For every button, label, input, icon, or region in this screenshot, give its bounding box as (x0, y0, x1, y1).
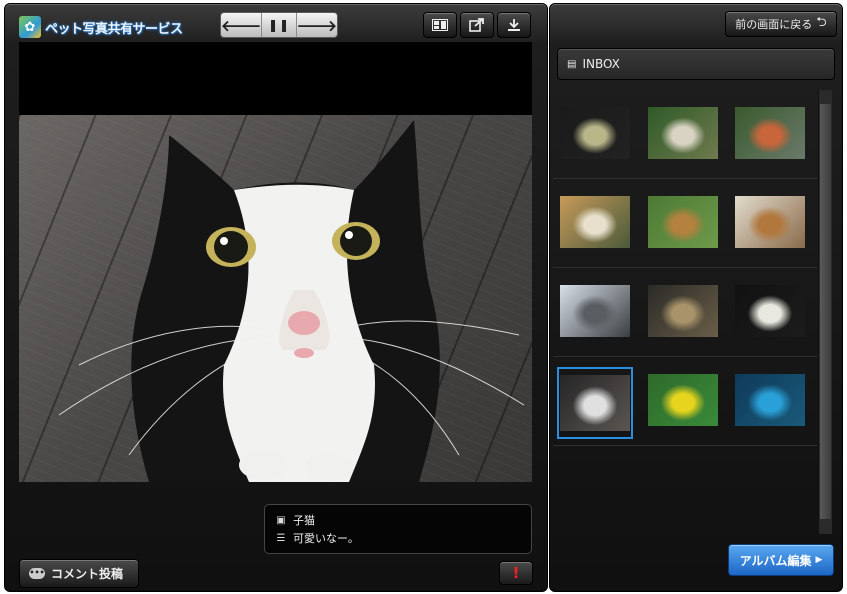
download-icon (508, 19, 520, 31)
arrow-right-icon: 🡒 (296, 16, 337, 35)
post-comment-button[interactable]: ••• コメント投稿 (19, 559, 139, 588)
main-photo[interactable] (19, 115, 532, 482)
thumbnail-dog-grass[interactable] (646, 193, 720, 251)
thumbnail-image (735, 285, 805, 337)
viewer-panel: ✿ ペット写真共有サービス 🡐 ❚❚ 🡒 ▣ 子猫 ☰ 可愛いなー。 ••• コ… (4, 3, 548, 592)
photo-viewer (19, 42, 532, 482)
app-logo[interactable]: ✿ ペット写真共有サービス (19, 14, 183, 40)
thumbnail-image (735, 374, 805, 426)
report-button[interactable]: ! (499, 561, 533, 585)
photo-caption-box: ▣ 子猫 ☰ 可愛いなー。 (264, 504, 532, 554)
album-edit-label: アルバム編集 (739, 553, 812, 568)
thumbnail-image (648, 196, 718, 248)
pause-button[interactable]: ❚❚ (262, 13, 297, 37)
download-button[interactable] (497, 12, 531, 38)
arrow-left-icon: 🡐 (221, 16, 262, 35)
folder-icon: ▤ (567, 58, 577, 70)
return-arrow-icon: ⮌ (816, 15, 827, 30)
next-button[interactable]: 🡒 (297, 13, 337, 37)
share-button[interactable] (460, 12, 494, 38)
thumbnail-bird-blue[interactable] (733, 371, 807, 429)
pet-logo-icon: ✿ (19, 16, 41, 38)
thumbnail-dog[interactable] (558, 193, 632, 251)
thumbnail-row (553, 179, 817, 268)
back-button[interactable]: 前の画面に戻る ⮌ (725, 11, 837, 37)
thumbnail-row (553, 357, 817, 446)
previous-button[interactable]: 🡐 (221, 13, 263, 37)
thumbnail-image (560, 375, 630, 431)
thumbnail-fish-tank-side[interactable] (558, 104, 632, 162)
thumbnail-image (560, 107, 630, 159)
pause-icon: ❚❚ (267, 18, 291, 32)
thumbnail-cat-tabby[interactable] (646, 282, 720, 340)
thumbnail-row (553, 90, 817, 179)
share-icon (469, 18, 484, 32)
slideshow-icon (432, 19, 448, 31)
thumbnail-cat-black[interactable] (733, 282, 807, 340)
photo-description: 可愛いなー。 (293, 532, 359, 545)
exclamation-icon: ! (512, 564, 520, 582)
thumbnail-image (648, 374, 718, 426)
photo-title: 子猫 (293, 514, 315, 527)
thumbnail-image (560, 196, 630, 248)
camera-icon: ▣ (276, 514, 286, 526)
thumbnail-scrollbar[interactable] (818, 90, 832, 534)
caption-title-row: ▣ 子猫 (275, 511, 531, 529)
thumbnail-kitten[interactable] (557, 367, 633, 439)
folder-header[interactable]: ▤ INBOX (557, 48, 835, 80)
album-sidebar: 前の画面に戻る ⮌ ▤ INBOX アルバム編集 ▶ (549, 3, 843, 592)
thumbnail-fish[interactable] (646, 104, 720, 162)
thumbnail-bird-yellow[interactable] (646, 371, 720, 429)
back-label: 前の画面に戻る (735, 18, 813, 31)
triangle-right-icon: ▶ (815, 555, 823, 565)
thumbnail-row (553, 268, 817, 357)
slideshow-button[interactable] (423, 12, 457, 38)
thumbnail-image (735, 196, 805, 248)
thumbnail-image (648, 285, 718, 337)
thumbnail-aquarium[interactable] (733, 104, 807, 162)
speech-bubble-icon: ••• (29, 568, 45, 579)
caption-description-row: ☰ 可愛いなー。 (275, 529, 531, 547)
thumbnail-image (560, 285, 630, 337)
scrollbar-thumb[interactable] (820, 104, 831, 519)
thumbnail-cat-window[interactable] (558, 282, 632, 340)
album-edit-button[interactable]: アルバム編集 ▶ (728, 544, 834, 576)
thumbnail-image (735, 107, 805, 159)
thumbnail-grid (553, 90, 817, 446)
post-comment-label: コメント投稿 (51, 567, 124, 581)
thumbnail-image (648, 107, 718, 159)
playback-controls: 🡐 ❚❚ 🡒 (220, 12, 338, 38)
app-title: ペット写真共有サービス (45, 21, 183, 37)
thumbnail-dog-standing[interactable] (733, 193, 807, 251)
kitten-photo-image (58, 120, 525, 482)
folder-label: INBOX (582, 57, 620, 71)
document-icon: ☰ (276, 532, 286, 544)
